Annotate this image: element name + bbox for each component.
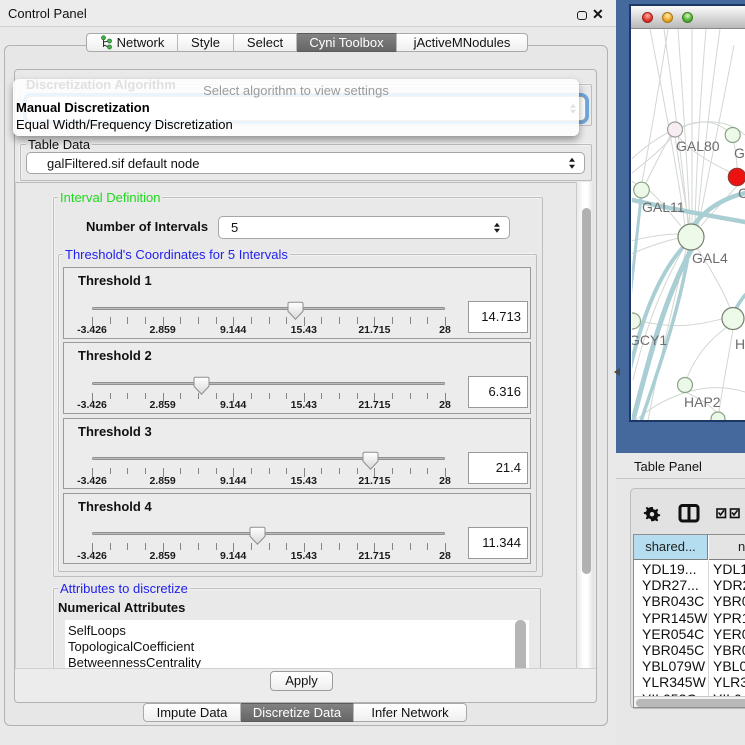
svg-text:HAP2: HAP2 xyxy=(684,394,721,410)
svg-text:C: C xyxy=(738,185,745,201)
svg-text:GAL11: GAL11 xyxy=(642,199,685,215)
svg-text:GAL80: GAL80 xyxy=(676,138,720,154)
svg-text:GAL4: GAL4 xyxy=(692,250,728,266)
svg-text:GCY1: GCY1 xyxy=(632,332,667,348)
svg-text:HA: HA xyxy=(735,336,745,352)
svg-text:GA: GA xyxy=(734,145,745,161)
